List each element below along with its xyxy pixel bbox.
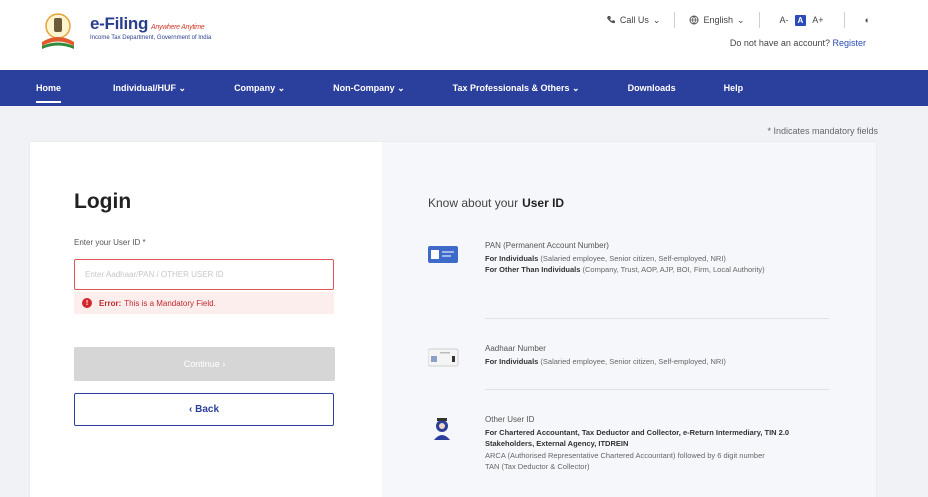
professional-user-icon — [434, 418, 450, 440]
back-button[interactable]: ‹ Back — [74, 393, 334, 426]
other-user-id-line1: For Chartered Accountant, Tax Deductor a… — [485, 427, 790, 449]
chevron-down-icon: ⌄ — [652, 14, 661, 25]
login-panel: Login Enter your User ID * ! Error: This… — [30, 142, 382, 497]
pan-other-line: For Other Than Individuals (Company, Tru… — [485, 265, 765, 274]
pan-info-text: PAN (Permanent Account Number) For Indiv… — [485, 240, 829, 276]
globe-icon — [689, 15, 699, 25]
nav-tax-professionals[interactable]: Tax Professionals & Others ⌄ — [453, 70, 580, 106]
divider — [485, 318, 829, 319]
pan-title: PAN (Permanent Account Number) — [485, 241, 609, 250]
page-title: Login — [74, 190, 132, 213]
nav-individual-huf[interactable]: Individual/HUF ⌄ — [113, 70, 186, 106]
divider — [674, 12, 676, 28]
font-normal-button[interactable]: A — [794, 14, 807, 26]
user-id-input[interactable] — [74, 259, 334, 290]
nav-help[interactable]: Help — [724, 70, 744, 106]
call-us-label: Call Us — [619, 15, 649, 25]
no-account-text: Do not have an account? — [729, 38, 830, 48]
pan-individuals-line: For Individuals (Salaried employee, Seni… — [485, 253, 726, 263]
aadhaar-info-text: Aadhaar Number For Individuals (Salaried… — [485, 343, 829, 367]
continue-button[interactable]: Continue › — [74, 347, 335, 381]
other-user-id-line2: ARCA (Authorised Representative Chartere… — [485, 450, 765, 460]
login-card: Login Enter your User ID * ! Error: This… — [30, 142, 876, 497]
error-icon: ! — [82, 298, 92, 308]
nav-downloads[interactable]: Downloads — [628, 70, 676, 106]
phone-icon — [606, 16, 615, 24]
logo-subtitle: Income Tax Department, Government of Ind… — [90, 35, 212, 41]
call-us-dropdown[interactable]: Call Us ⌄ — [606, 14, 661, 26]
contrast-toggle-icon[interactable]: ◐ — [859, 15, 876, 25]
nav-non-company[interactable]: Non-Company ⌄ — [333, 70, 405, 106]
efiling-logo[interactable]: e-Filing Anywhere Anytime Income Tax Depa… — [38, 10, 218, 54]
other-user-id-title: Other User ID — [485, 415, 535, 424]
register-link[interactable]: Register — [832, 38, 866, 48]
error-text: This is a Mandatory Field. — [124, 298, 216, 308]
pan-card-icon — [428, 246, 458, 263]
info-heading: Know about your User ID — [428, 196, 565, 210]
user-id-label: Enter your User ID * — [74, 238, 146, 247]
aadhaar-individuals-line: For Individuals (Salaried employee, Seni… — [485, 356, 726, 366]
other-user-id-text: Other User ID For Chartered Accountant, … — [485, 414, 829, 473]
aadhaar-title: Aadhaar Number — [485, 344, 546, 353]
nav-company[interactable]: Company ⌄ — [234, 70, 285, 106]
register-prompt: Do not have an account? Register — [730, 38, 866, 48]
header-tools: Call Us ⌄ English ⌄ A- A A+ ◐ — [606, 11, 876, 29]
logo-tagline: Anywhere Anytime — [151, 24, 205, 31]
chevron-down-icon: ⌄ — [736, 14, 745, 25]
national-emblem-icon — [42, 13, 74, 49]
aadhaar-card-icon — [428, 348, 459, 367]
language-label: English — [703, 15, 733, 25]
efiling-login-page: e-Filing Anywhere Anytime Income Tax Depa… — [0, 0, 928, 497]
error-message: ! Error: This is a Mandatory Field. — [74, 292, 334, 314]
logo-title: e-Filing Anywhere Anytime — [90, 14, 205, 33]
main-nav: Home Individual/HUF ⌄ Company ⌄ Non-Comp… — [0, 70, 928, 106]
language-dropdown[interactable]: English ⌄ — [689, 14, 745, 26]
font-decrease-button[interactable]: A- — [774, 15, 795, 25]
other-user-id-line3: TAN (Tax Deductor & Collector) — [485, 462, 590, 471]
divider — [843, 12, 845, 28]
nav-home[interactable]: Home — [36, 70, 62, 106]
font-increase-button[interactable]: A+ — [806, 15, 829, 25]
top-header: e-Filing Anywhere Anytime Income Tax Depa… — [0, 0, 928, 70]
user-id-info-panel: Know about your User ID PAN (Permanent Ac… — [382, 142, 876, 497]
divider — [758, 12, 760, 28]
divider — [485, 389, 829, 390]
mandatory-note: * Indicates mandatory fields — [767, 126, 878, 136]
error-label: Error: — [99, 298, 122, 308]
